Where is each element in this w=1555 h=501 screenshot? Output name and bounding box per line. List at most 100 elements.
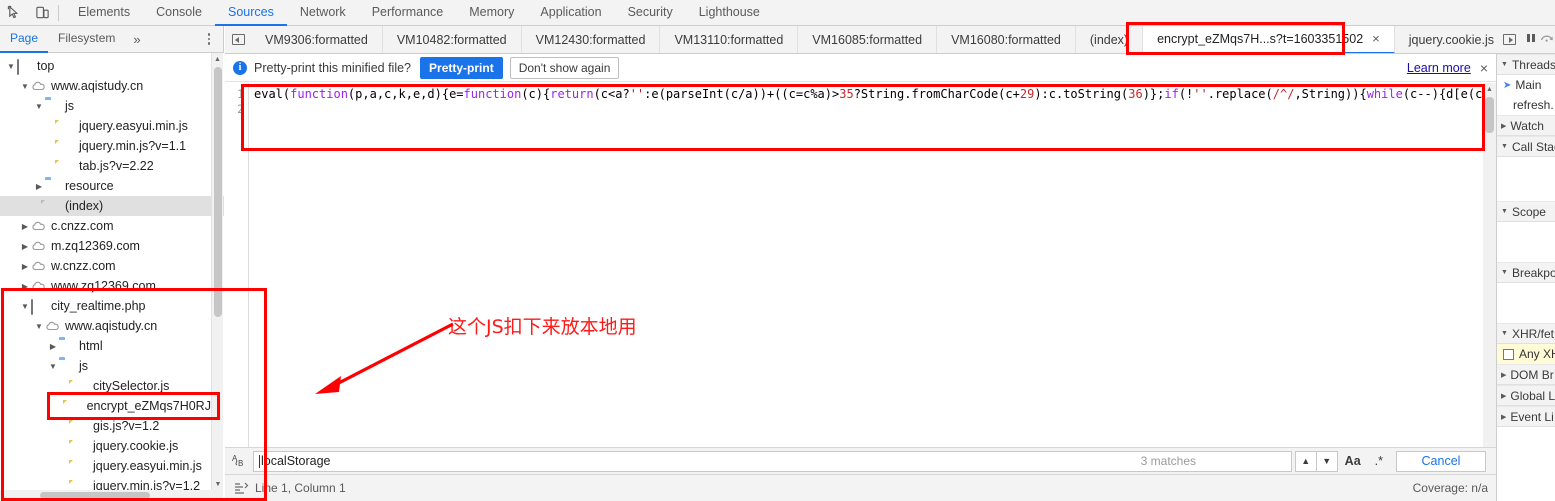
dont-show-again-button[interactable]: Don't show again <box>509 56 620 79</box>
file-tree[interactable]: ▼top▼www.aqistudy.cn▼js▶jquery.easyui.mi… <box>0 53 224 501</box>
checkbox[interactable] <box>1503 348 1514 360</box>
tab-performance[interactable]: Performance <box>359 0 457 26</box>
sidebar-row[interactable]: ➤ Main <box>1497 75 1555 95</box>
tree-item[interactable]: ▶jquery.cookie.js <box>0 436 224 456</box>
search-next-icon[interactable]: ▼ <box>1315 450 1338 472</box>
file-tab[interactable]: VM16080:formatted <box>937 26 1076 53</box>
twisty-icon[interactable]: ▶ <box>1501 392 1506 400</box>
tree-twisty-icon[interactable]: ▶ <box>47 342 59 351</box>
tab-console[interactable]: Console <box>143 0 215 26</box>
xhr-breakpoint-row[interactable]: Any XH <box>1497 344 1555 364</box>
tree-twisty-icon[interactable]: ▶ <box>19 242 31 251</box>
tab-scroll-right-icon[interactable] <box>1497 26 1523 54</box>
tree-item[interactable]: ▶ html <box>0 336 224 356</box>
regex-toggle[interactable]: .* <box>1368 451 1390 472</box>
sidebar-section-header[interactable]: ▶ Event Li <box>1497 406 1555 427</box>
twisty-icon[interactable]: ▼ <box>1501 61 1508 68</box>
code-editor[interactable]: 1 2 eval(function(p,a,c,k,e,d){e=functio… <box>225 83 1496 465</box>
tree-item[interactable]: ▼ city_realtime.php <box>0 296 224 316</box>
file-tab[interactable]: VM9306:formatted <box>251 26 383 53</box>
file-tab-active[interactable]: encrypt_eZMqs7H...s?t=1603351502 × <box>1143 26 1395 53</box>
sidebar-row[interactable]: refresh. <box>1497 95 1555 115</box>
nav-tab-filesystem[interactable]: Filesystem <box>48 26 125 53</box>
file-tab[interactable]: VM12430:formatted <box>522 26 661 53</box>
scrollbar-thumb-h[interactable] <box>40 492 150 499</box>
navigator-horizontal-scrollbar[interactable] <box>0 490 212 501</box>
tab-application[interactable]: Application <box>527 0 614 26</box>
twisty-icon[interactable]: ▶ <box>1501 122 1506 130</box>
nav-tab-page[interactable]: Page <box>0 26 49 53</box>
tree-twisty-icon[interactable]: ▶ <box>19 282 31 291</box>
twisty-icon[interactable]: ▼ <box>1501 330 1508 337</box>
tab-elements[interactable]: Elements <box>65 0 143 26</box>
sidebar-section-header[interactable]: ▼ Threads <box>1497 54 1555 75</box>
search-input[interactable]: localStorage <box>253 450 1292 472</box>
device-toolbar-icon[interactable] <box>28 0 56 26</box>
tree-twisty-icon[interactable]: ▼ <box>47 362 59 371</box>
tree-twisty-icon[interactable]: ▼ <box>33 322 45 331</box>
more-options-icon[interactable] <box>201 30 217 48</box>
tree-item[interactable]: ▼ js <box>0 356 224 376</box>
file-tab[interactable]: jquery.cookie.js <box>1395 26 1496 53</box>
tree-item[interactable]: ▼ top <box>0 56 224 76</box>
editor-scroll-up-icon[interactable]: ▲ <box>1483 83 1496 96</box>
editor-scrollbar-thumb[interactable] <box>1485 97 1494 133</box>
tree-item[interactable]: ▶gis.js?v=1.2 <box>0 416 224 436</box>
match-case-toggle[interactable]: Aa <box>1338 451 1368 472</box>
learn-more-link[interactable]: Learn more <box>1407 61 1471 75</box>
file-tab[interactable]: VM10482:formatted <box>383 26 522 53</box>
inspect-cursor-icon[interactable] <box>0 0 28 26</box>
scroll-up-arrow-icon[interactable]: ▲ <box>212 53 223 65</box>
tree-item[interactable]: ▼ js <box>0 96 224 116</box>
tree-item[interactable]: ▼ www.aqistudy.cn <box>0 316 224 336</box>
tree-item[interactable]: ▶ m.zq12369.com <box>0 236 224 256</box>
pretty-print-button[interactable]: Pretty-print <box>420 56 503 79</box>
sidebar-section-header[interactable]: ▼ Scope <box>1497 201 1555 222</box>
sidebar-section-header[interactable]: ▼Call Stac <box>1497 136 1555 157</box>
tab-network[interactable]: Network <box>287 0 359 26</box>
cancel-button[interactable]: Cancel <box>1396 450 1486 472</box>
twisty-icon[interactable]: ▼ <box>1501 269 1508 276</box>
file-tab[interactable]: VM16085:formatted <box>798 26 938 53</box>
tree-item[interactable]: ▶citySelector.js <box>0 376 224 396</box>
tree-item[interactable]: ▶jquery.easyui.min.js <box>0 116 224 136</box>
tab-security[interactable]: Security <box>615 0 686 26</box>
tree-twisty-icon[interactable]: ▼ <box>19 82 31 91</box>
tree-twisty-icon[interactable]: ▶ <box>19 262 31 271</box>
tab-lighthouse[interactable]: Lighthouse <box>686 0 773 26</box>
tree-item[interactable]: ▶(index) <box>0 196 224 216</box>
tab-scroll-left-icon[interactable] <box>225 26 251 53</box>
close-icon[interactable]: × <box>1372 32 1380 45</box>
file-tab[interactable]: VM13110:formatted <box>660 26 799 53</box>
pause-script-icon[interactable] <box>1524 31 1538 48</box>
tree-item[interactable]: ▶ w.cnzz.com <box>0 256 224 276</box>
sidebar-section-header[interactable]: ▶ Watch <box>1497 115 1555 136</box>
sidebar-section-header[interactable]: ▶ Global L <box>1497 385 1555 406</box>
tree-twisty-icon[interactable]: ▶ <box>19 222 31 231</box>
scroll-down-arrow-icon[interactable]: ▼ <box>212 478 224 490</box>
scrollbar-thumb[interactable] <box>214 67 222 317</box>
tree-twisty-icon[interactable]: ▼ <box>33 102 45 111</box>
tree-item[interactable]: ▶jquery.min.js?v=1.1 <box>0 136 224 156</box>
file-tab[interactable]: (index) <box>1076 26 1144 53</box>
sidebar-section-header[interactable]: ▼ XHR/fet <box>1497 323 1555 344</box>
sidebar-section-header[interactable]: ▶ DOM Br <box>1497 364 1555 385</box>
twisty-icon[interactable]: ▼ <box>1501 208 1508 215</box>
tree-twisty-icon[interactable]: ▶ <box>33 182 45 191</box>
navigator-vertical-scrollbar[interactable]: ▲ ▼ <box>211 53 223 501</box>
source-code-line[interactable]: eval(function(p,a,c,k,e,d){e=function(c)… <box>254 87 1482 102</box>
tree-twisty-icon[interactable]: ▼ <box>5 62 17 71</box>
tab-sources[interactable]: Sources <box>214 0 287 26</box>
tree-item[interactable]: ▶ www.zq12369.com <box>0 276 224 296</box>
close-icon[interactable]: × <box>1480 60 1488 76</box>
sidebar-section-header[interactable]: ▼ Breakpo <box>1497 262 1555 283</box>
tree-item[interactable]: ▶ c.cnzz.com <box>0 216 224 236</box>
tree-item[interactable]: ▶ resource <box>0 176 224 196</box>
tree-twisty-icon[interactable]: ▼ <box>19 302 31 311</box>
twisty-icon[interactable]: ▼ <box>1501 143 1508 150</box>
tree-item[interactable]: ▼ www.aqistudy.cn <box>0 76 224 96</box>
tree-item[interactable]: ▶tab.js?v=2.22 <box>0 156 224 176</box>
tree-item[interactable]: ▶jquery.easyui.min.js <box>0 456 224 476</box>
twisty-icon[interactable]: ▶ <box>1501 371 1506 379</box>
search-prev-icon[interactable]: ▲ <box>1294 450 1317 472</box>
